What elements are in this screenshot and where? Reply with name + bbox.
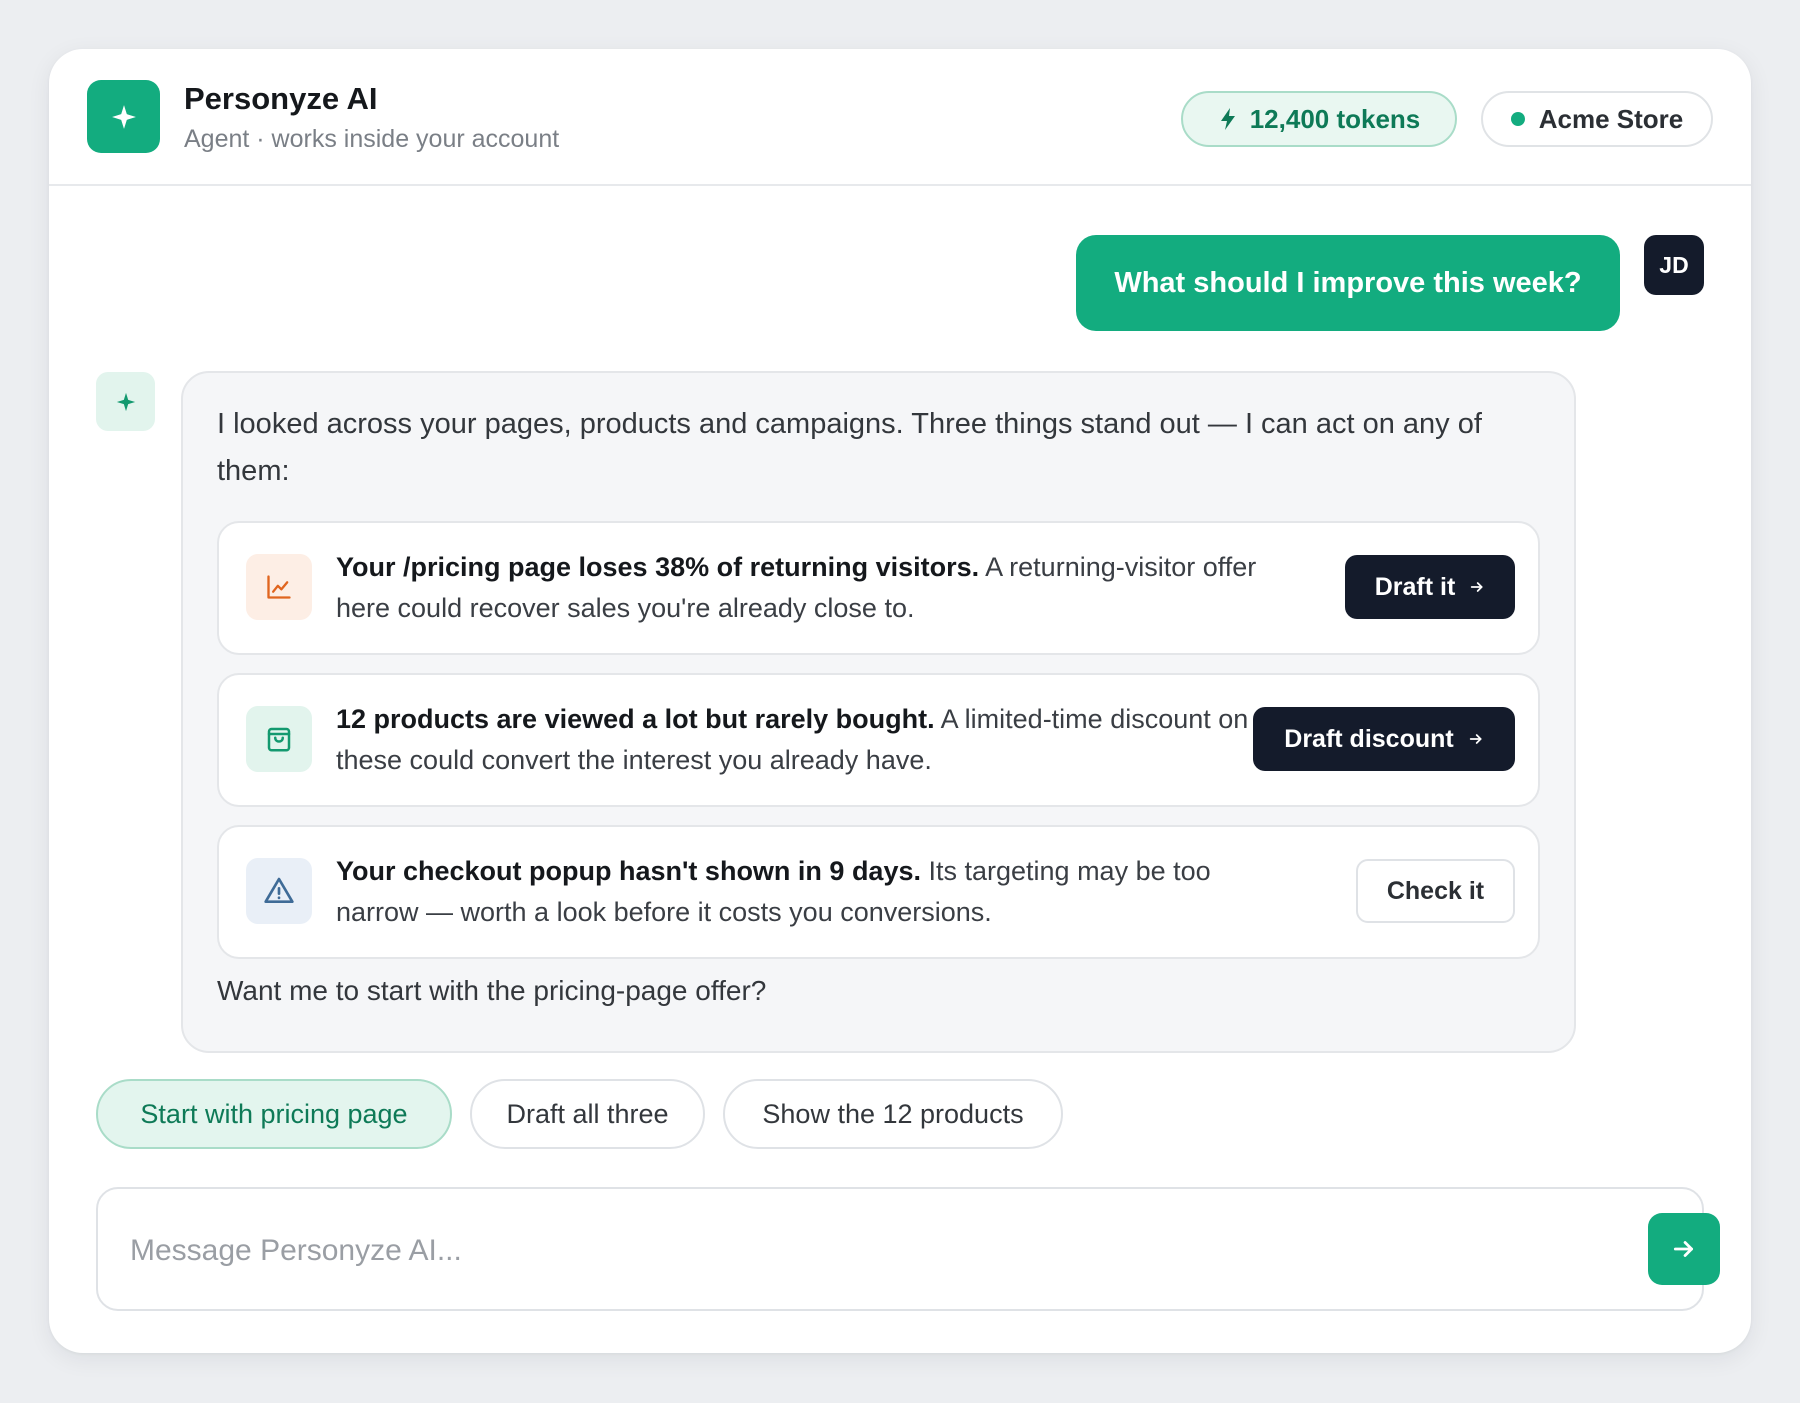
send-button[interactable] (1648, 1213, 1720, 1285)
arrow-right-icon (1673, 1241, 1693, 1257)
message-composer (96, 1187, 1720, 1311)
user-message-text: What should I improve this week? (1114, 266, 1582, 299)
draft-it-button[interactable]: Draft it (1345, 555, 1515, 619)
app-title: Personyze AI (184, 81, 378, 116)
draft-discount-label: Draft discount (1284, 724, 1454, 753)
warning-triangle-icon (246, 858, 312, 924)
recommendation-text: Your /pricing page loses 38% of returnin… (336, 547, 1296, 629)
header: Personyze AI Agent · works inside your a… (49, 49, 1751, 186)
token-balance-badge[interactable]: 12,400 tokens (1181, 91, 1457, 147)
recommendation-text: 12 products are viewed a lot but rarely … (336, 699, 1296, 781)
chart-line-icon (246, 554, 312, 620)
recommendation-headline: Your checkout popup hasn't shown in 9 da… (336, 856, 921, 886)
status-dot-icon (1510, 112, 1525, 126)
user-avatar[interactable]: JD (1644, 235, 1704, 295)
suggestion-draft-all-three[interactable]: Draft all three (470, 1079, 705, 1149)
agent-message-bubble: I looked across your pages, products and… (181, 371, 1576, 1053)
shopping-bag-icon (246, 706, 312, 772)
recommendation-headline: Your /pricing page loses 38% of returnin… (336, 552, 980, 582)
arrow-right-icon (1469, 734, 1482, 744)
store-selector[interactable]: Acme Store (1481, 91, 1713, 147)
agent-outro-text: Want me to start with the pricing-page o… (217, 975, 767, 1006)
agent-avatar-sparkle-icon (96, 372, 155, 431)
suggestion-show-12-products[interactable]: Show the 12 products (723, 1079, 1063, 1149)
recommendation-headline: 12 products are viewed a lot but rarely … (336, 704, 935, 734)
store-name: Acme Store (1538, 103, 1684, 134)
recommendation-card-pricing: Your /pricing page loses 38% of returnin… (217, 521, 1540, 655)
draft-it-label: Draft it (1374, 572, 1456, 601)
lightning-icon (1220, 108, 1235, 130)
sparkle-logo-icon (87, 80, 160, 153)
message-input[interactable] (128, 1219, 1432, 1283)
suggestion-start-with-pricing[interactable]: Start with pricing page (96, 1079, 452, 1149)
agent-intro-text: I looked across your pages, products and… (217, 408, 1482, 487)
token-balance-label: 12,400 tokens (1249, 103, 1421, 134)
recommendation-card-products: 12 products are viewed a lot but rarely … (217, 673, 1540, 807)
check-it-button[interactable]: Check it (1356, 859, 1515, 923)
app-subtitle: Agent · works inside your account (184, 125, 560, 153)
draft-discount-button[interactable]: Draft discount (1253, 707, 1515, 771)
recommendation-text: Your checkout popup hasn't shown in 9 da… (336, 851, 1296, 933)
chat-window: Personyze AI Agent · works inside your a… (49, 49, 1751, 1353)
arrow-right-icon (1471, 582, 1483, 592)
recommendation-card-checkout: Your checkout popup hasn't shown in 9 da… (217, 825, 1540, 959)
user-message-bubble: What should I improve this week? (1076, 235, 1620, 331)
